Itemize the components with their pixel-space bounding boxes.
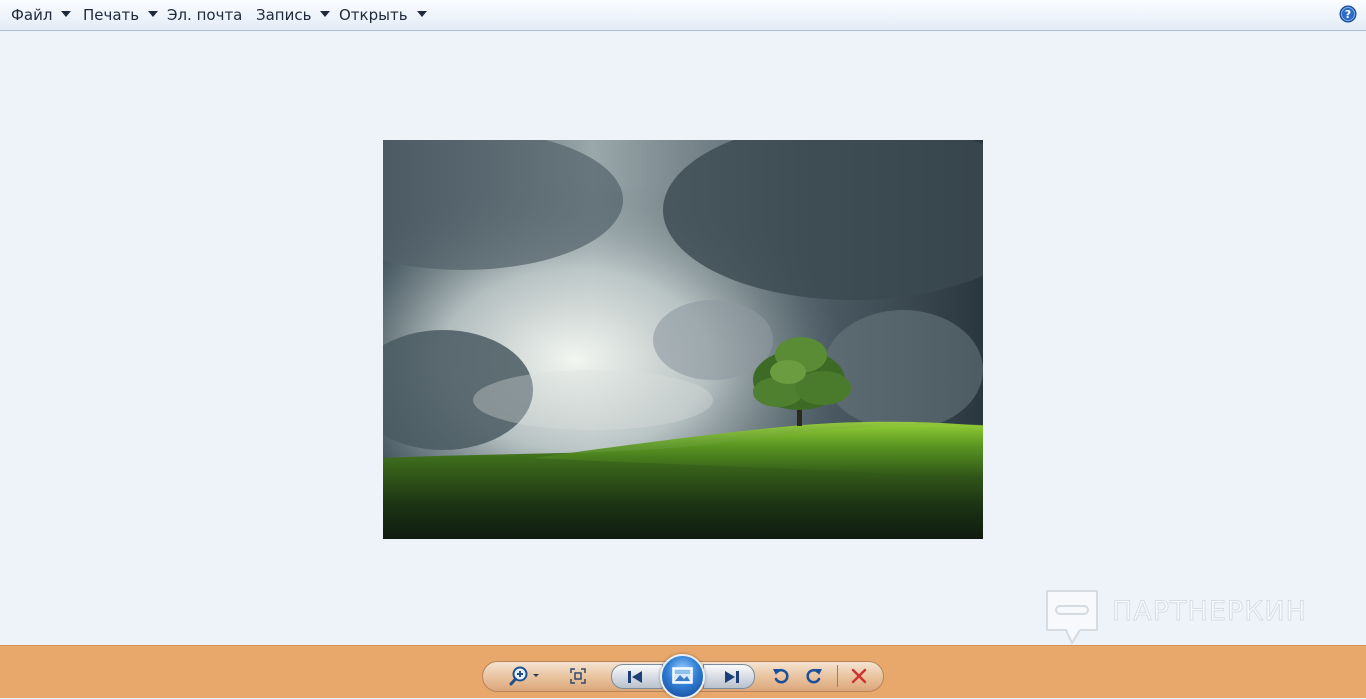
menu-print[interactable]: Печать bbox=[83, 0, 159, 31]
photo-view bbox=[383, 140, 983, 539]
zoom-icon[interactable] bbox=[509, 665, 543, 687]
watermark-logo: ПАРТНЕРКИН bbox=[1044, 588, 1334, 648]
help-icon[interactable]: ? bbox=[1339, 5, 1357, 23]
delete-icon[interactable] bbox=[850, 667, 868, 685]
svg-text:?: ? bbox=[1345, 8, 1351, 21]
chevron-down-icon bbox=[416, 10, 427, 17]
actual-size-icon[interactable] bbox=[569, 667, 587, 685]
menu-email-label: Эл. почта bbox=[167, 6, 243, 24]
menu-bar: Файл Печать Эл. почта Запись Открыть ? bbox=[0, 0, 1366, 31]
watermark-text: ПАРТНЕРКИН bbox=[1112, 596, 1307, 628]
menu-email[interactable]: Эл. почта bbox=[167, 0, 242, 31]
menu-file[interactable]: Файл bbox=[11, 0, 72, 31]
chevron-down-icon bbox=[148, 10, 159, 17]
next-button[interactable] bbox=[703, 664, 755, 689]
next-icon bbox=[725, 671, 739, 683]
menu-open[interactable]: Открыть bbox=[339, 0, 427, 31]
menu-file-label: Файл bbox=[11, 6, 53, 24]
slideshow-icon bbox=[672, 667, 693, 684]
menu-burn[interactable]: Запись bbox=[256, 0, 331, 31]
slideshow-button[interactable] bbox=[660, 654, 705, 699]
previous-icon bbox=[628, 671, 642, 683]
toolbar-separator bbox=[837, 665, 838, 687]
previous-button[interactable] bbox=[611, 664, 663, 689]
chevron-down-icon bbox=[320, 10, 331, 17]
chevron-down-icon bbox=[61, 10, 72, 17]
menu-open-label: Открыть bbox=[339, 6, 408, 24]
rotate-counterclockwise-icon[interactable] bbox=[771, 666, 791, 686]
menu-print-label: Печать bbox=[83, 6, 140, 24]
speech-bubble-icon bbox=[1044, 588, 1100, 646]
menu-burn-label: Запись bbox=[256, 6, 312, 24]
rotate-clockwise-icon[interactable] bbox=[804, 666, 824, 686]
